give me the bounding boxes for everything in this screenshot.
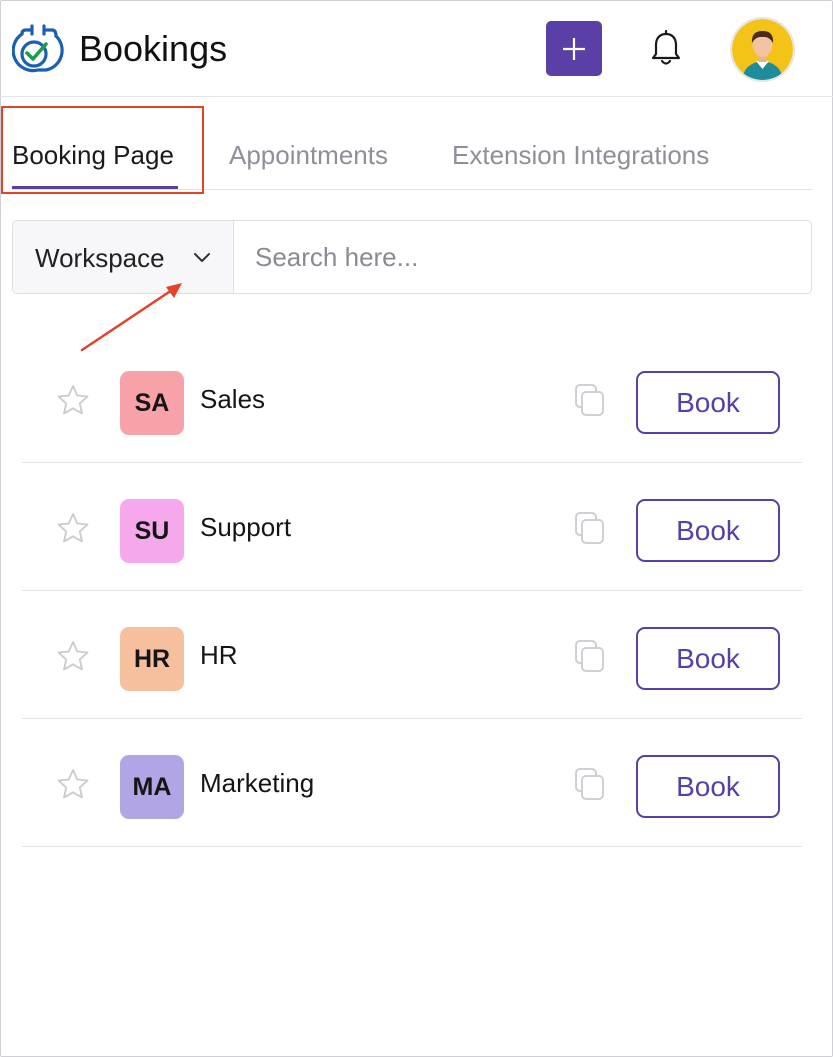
workspace-name[interactable]: HR (200, 640, 238, 670)
bell-icon[interactable] (650, 30, 682, 68)
star-icon[interactable] (56, 768, 90, 800)
copy-icon[interactable] (574, 767, 606, 801)
tab-appointments[interactable]: Appointments (229, 140, 388, 170)
calendar-check-logo-icon (12, 24, 64, 73)
workspace-initials-badge: SU (120, 499, 184, 563)
workspace-initials-badge: SA (120, 371, 184, 435)
plus-icon (563, 37, 585, 60)
user-avatar-icon (732, 19, 793, 80)
chevron-down-icon (194, 253, 210, 262)
workspace-dropdown-label: Workspace (35, 243, 165, 273)
copy-icon[interactable] (574, 511, 606, 545)
workspace-initials-badge: MA (120, 755, 184, 819)
copy-icon[interactable] (574, 383, 606, 417)
list-item: SU Support Book (22, 463, 802, 591)
book-button[interactable]: Book (636, 627, 780, 690)
workspace-name[interactable]: Marketing (200, 768, 314, 798)
book-button[interactable]: Book (636, 755, 780, 818)
workspace-initials-badge: HR (120, 627, 184, 691)
workspace-name[interactable]: Support (200, 512, 291, 542)
app-header: Bookings (0, 0, 833, 97)
tab-extension-integrations[interactable]: Extension Integrations (452, 140, 709, 170)
workspace-name[interactable]: Sales (200, 384, 265, 414)
copy-icon[interactable] (574, 639, 606, 673)
user-avatar[interactable] (730, 17, 795, 82)
star-icon[interactable] (56, 512, 90, 544)
search-input[interactable] (235, 221, 811, 293)
star-icon[interactable] (56, 640, 90, 672)
star-icon[interactable] (56, 384, 90, 416)
list-item: SA Sales Book (22, 335, 802, 463)
list-item: MA Marketing Book (22, 719, 802, 847)
annotation-highlight-box (1, 106, 204, 194)
app-title: Bookings (79, 28, 228, 69)
book-button[interactable]: Book (636, 371, 780, 434)
list-item: HR HR Book (22, 591, 802, 719)
book-button[interactable]: Book (636, 499, 780, 562)
add-button[interactable] (546, 21, 602, 76)
